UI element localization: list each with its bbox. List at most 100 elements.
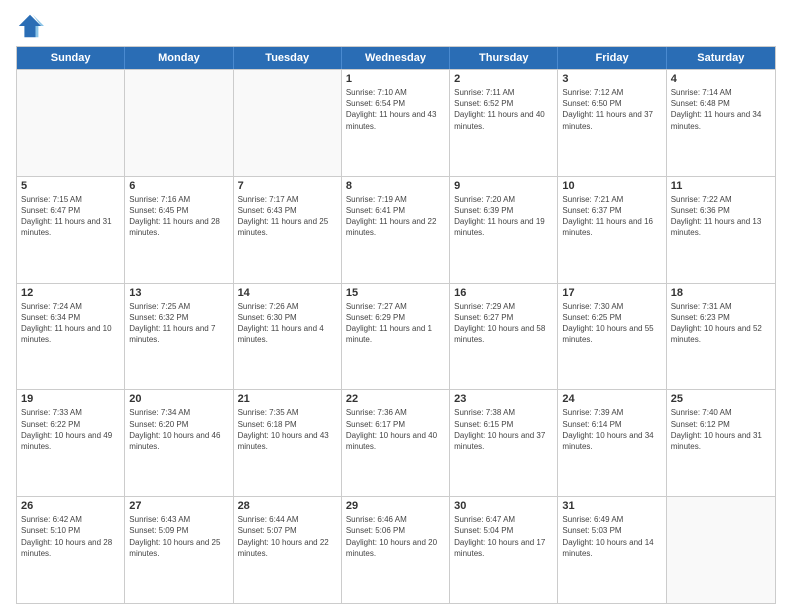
cal-cell: 2 Sunrise: 7:11 AM Sunset: 6:52 PM Daylig… bbox=[450, 70, 558, 176]
day-info: Sunrise: 7:24 AM Sunset: 6:34 PM Dayligh… bbox=[21, 301, 120, 346]
day-number: 2 bbox=[454, 73, 553, 85]
cal-cell: 5 Sunrise: 7:15 AM Sunset: 6:47 PM Daylig… bbox=[17, 177, 125, 283]
cal-cell: 14 Sunrise: 7:26 AM Sunset: 6:30 PM Dayli… bbox=[234, 284, 342, 390]
header-cell-saturday: Saturday bbox=[667, 47, 775, 69]
cal-cell: 25Sunrise: 7:40 AM Sunset: 6:12 PM Dayli… bbox=[667, 390, 775, 496]
day-number: 28 bbox=[238, 500, 337, 512]
cal-cell: 23 Sunrise: 7:38 AM Sunset: 6:15 PM Dayli… bbox=[450, 390, 558, 496]
day-number: 26 bbox=[21, 500, 120, 512]
day-info: Sunrise: 7:30 AM Sunset: 6:25 PM Dayligh… bbox=[562, 301, 661, 346]
day-number: 20 bbox=[129, 393, 228, 405]
cal-cell: 4 Sunrise: 7:14 AM Sunset: 6:48 PM Daylig… bbox=[667, 70, 775, 176]
header bbox=[16, 12, 776, 40]
header-cell-sunday: Sunday bbox=[17, 47, 125, 69]
day-number: 6 bbox=[129, 180, 228, 192]
day-info: Sunrise: 7:19 AM Sunset: 6:41 PM Dayligh… bbox=[346, 194, 445, 239]
day-info: Sunrise: 7:29 AM Sunset: 6:27 PM Dayligh… bbox=[454, 301, 553, 346]
day-number: 18 bbox=[671, 287, 771, 299]
day-number: 16 bbox=[454, 287, 553, 299]
cal-cell: 8Sunrise: 7:19 AM Sunset: 6:41 PM Daylig… bbox=[342, 177, 450, 283]
header-cell-wednesday: Wednesday bbox=[342, 47, 450, 69]
day-number: 31 bbox=[562, 500, 661, 512]
page: SundayMondayTuesdayWednesdayThursdayFrid… bbox=[0, 0, 792, 612]
day-number: 12 bbox=[21, 287, 120, 299]
day-info: Sunrise: 7:10 AM Sunset: 6:54 PM Dayligh… bbox=[346, 87, 445, 132]
day-number: 5 bbox=[21, 180, 120, 192]
cal-cell: 24 Sunrise: 7:39 AM Sunset: 6:14 PM Dayli… bbox=[558, 390, 666, 496]
day-number: 4 bbox=[671, 73, 771, 85]
header-cell-monday: Monday bbox=[125, 47, 233, 69]
day-info: Sunrise: 7:16 AM Sunset: 6:45 PM Dayligh… bbox=[129, 194, 228, 239]
cal-cell: 28 Sunrise: 6:44 AM Sunset: 5:07 PM Dayli… bbox=[234, 497, 342, 603]
day-info: Sunrise: 7:25 AM Sunset: 6:32 PM Dayligh… bbox=[129, 301, 228, 346]
cal-cell bbox=[17, 70, 125, 176]
day-number: 24 bbox=[562, 393, 661, 405]
day-number: 22 bbox=[346, 393, 445, 405]
logo-icon bbox=[16, 12, 44, 40]
day-number: 21 bbox=[238, 393, 337, 405]
day-info: Sunrise: 6:46 AM Sunset: 5:06 PM Dayligh… bbox=[346, 514, 445, 559]
cal-cell: 7 Sunrise: 7:17 AM Sunset: 6:43 PM Daylig… bbox=[234, 177, 342, 283]
cal-cell: 10Sunrise: 7:21 AM Sunset: 6:37 PM Dayli… bbox=[558, 177, 666, 283]
day-number: 23 bbox=[454, 393, 553, 405]
cal-cell: 1Sunrise: 7:10 AM Sunset: 6:54 PM Daylig… bbox=[342, 70, 450, 176]
day-info: Sunrise: 7:15 AM Sunset: 6:47 PM Dayligh… bbox=[21, 194, 120, 239]
cal-cell: 3 Sunrise: 7:12 AM Sunset: 6:50 PM Daylig… bbox=[558, 70, 666, 176]
cal-cell: 12 Sunrise: 7:24 AM Sunset: 6:34 PM Dayli… bbox=[17, 284, 125, 390]
day-number: 17 bbox=[562, 287, 661, 299]
cal-cell: 22Sunrise: 7:36 AM Sunset: 6:17 PM Dayli… bbox=[342, 390, 450, 496]
cal-cell: 26 Sunrise: 6:42 AM Sunset: 5:10 PM Dayli… bbox=[17, 497, 125, 603]
header-cell-thursday: Thursday bbox=[450, 47, 558, 69]
day-number: 19 bbox=[21, 393, 120, 405]
cal-cell: 18 Sunrise: 7:31 AM Sunset: 6:23 PM Dayli… bbox=[667, 284, 775, 390]
cal-cell: 30 Sunrise: 6:47 AM Sunset: 5:04 PM Dayli… bbox=[450, 497, 558, 603]
header-cell-friday: Friday bbox=[558, 47, 666, 69]
day-info: Sunrise: 7:26 AM Sunset: 6:30 PM Dayligh… bbox=[238, 301, 337, 346]
calendar-body: 1Sunrise: 7:10 AM Sunset: 6:54 PM Daylig… bbox=[17, 69, 775, 603]
day-info: Sunrise: 7:40 AM Sunset: 6:12 PM Dayligh… bbox=[671, 407, 771, 452]
cal-cell: 19 Sunrise: 7:33 AM Sunset: 6:22 PM Dayli… bbox=[17, 390, 125, 496]
cal-cell: 6 Sunrise: 7:16 AM Sunset: 6:45 PM Daylig… bbox=[125, 177, 233, 283]
cal-row-3: 19 Sunrise: 7:33 AM Sunset: 6:22 PM Dayli… bbox=[17, 389, 775, 496]
day-number: 10 bbox=[562, 180, 661, 192]
calendar-header-row: SundayMondayTuesdayWednesdayThursdayFrid… bbox=[17, 47, 775, 69]
day-info: Sunrise: 7:39 AM Sunset: 6:14 PM Dayligh… bbox=[562, 407, 661, 452]
cal-cell: 20 Sunrise: 7:34 AM Sunset: 6:20 PM Dayli… bbox=[125, 390, 233, 496]
cal-row-4: 26 Sunrise: 6:42 AM Sunset: 5:10 PM Dayli… bbox=[17, 496, 775, 603]
day-info: Sunrise: 7:38 AM Sunset: 6:15 PM Dayligh… bbox=[454, 407, 553, 452]
day-number: 29 bbox=[346, 500, 445, 512]
day-info: Sunrise: 7:11 AM Sunset: 6:52 PM Dayligh… bbox=[454, 87, 553, 132]
day-info: Sunrise: 7:14 AM Sunset: 6:48 PM Dayligh… bbox=[671, 87, 771, 132]
day-number: 7 bbox=[238, 180, 337, 192]
day-number: 3 bbox=[562, 73, 661, 85]
day-number: 13 bbox=[129, 287, 228, 299]
day-info: Sunrise: 7:35 AM Sunset: 6:18 PM Dayligh… bbox=[238, 407, 337, 452]
cal-cell: 27Sunrise: 6:43 AM Sunset: 5:09 PM Dayli… bbox=[125, 497, 233, 603]
cal-row-1: 5 Sunrise: 7:15 AM Sunset: 6:47 PM Daylig… bbox=[17, 176, 775, 283]
cal-cell bbox=[125, 70, 233, 176]
day-info: Sunrise: 6:47 AM Sunset: 5:04 PM Dayligh… bbox=[454, 514, 553, 559]
cal-cell: 31 Sunrise: 6:49 AM Sunset: 5:03 PM Dayli… bbox=[558, 497, 666, 603]
day-info: Sunrise: 6:49 AM Sunset: 5:03 PM Dayligh… bbox=[562, 514, 661, 559]
day-info: Sunrise: 6:44 AM Sunset: 5:07 PM Dayligh… bbox=[238, 514, 337, 559]
day-info: Sunrise: 7:31 AM Sunset: 6:23 PM Dayligh… bbox=[671, 301, 771, 346]
day-info: Sunrise: 7:22 AM Sunset: 6:36 PM Dayligh… bbox=[671, 194, 771, 239]
cal-cell: 16 Sunrise: 7:29 AM Sunset: 6:27 PM Dayli… bbox=[450, 284, 558, 390]
cal-cell: 13 Sunrise: 7:25 AM Sunset: 6:32 PM Dayli… bbox=[125, 284, 233, 390]
calendar: SundayMondayTuesdayWednesdayThursdayFrid… bbox=[16, 46, 776, 604]
day-info: Sunrise: 7:33 AM Sunset: 6:22 PM Dayligh… bbox=[21, 407, 120, 452]
day-number: 30 bbox=[454, 500, 553, 512]
day-info: Sunrise: 7:34 AM Sunset: 6:20 PM Dayligh… bbox=[129, 407, 228, 452]
cal-cell: 29 Sunrise: 6:46 AM Sunset: 5:06 PM Dayli… bbox=[342, 497, 450, 603]
day-info: Sunrise: 7:27 AM Sunset: 6:29 PM Dayligh… bbox=[346, 301, 445, 346]
day-number: 9 bbox=[454, 180, 553, 192]
day-info: Sunrise: 7:17 AM Sunset: 6:43 PM Dayligh… bbox=[238, 194, 337, 239]
day-number: 27 bbox=[129, 500, 228, 512]
day-number: 14 bbox=[238, 287, 337, 299]
day-info: Sunrise: 7:12 AM Sunset: 6:50 PM Dayligh… bbox=[562, 87, 661, 132]
day-info: Sunrise: 6:42 AM Sunset: 5:10 PM Dayligh… bbox=[21, 514, 120, 559]
cal-cell: 11Sunrise: 7:22 AM Sunset: 6:36 PM Dayli… bbox=[667, 177, 775, 283]
logo bbox=[16, 12, 48, 40]
day-number: 15 bbox=[346, 287, 445, 299]
cal-cell: 17 Sunrise: 7:30 AM Sunset: 6:25 PM Dayli… bbox=[558, 284, 666, 390]
